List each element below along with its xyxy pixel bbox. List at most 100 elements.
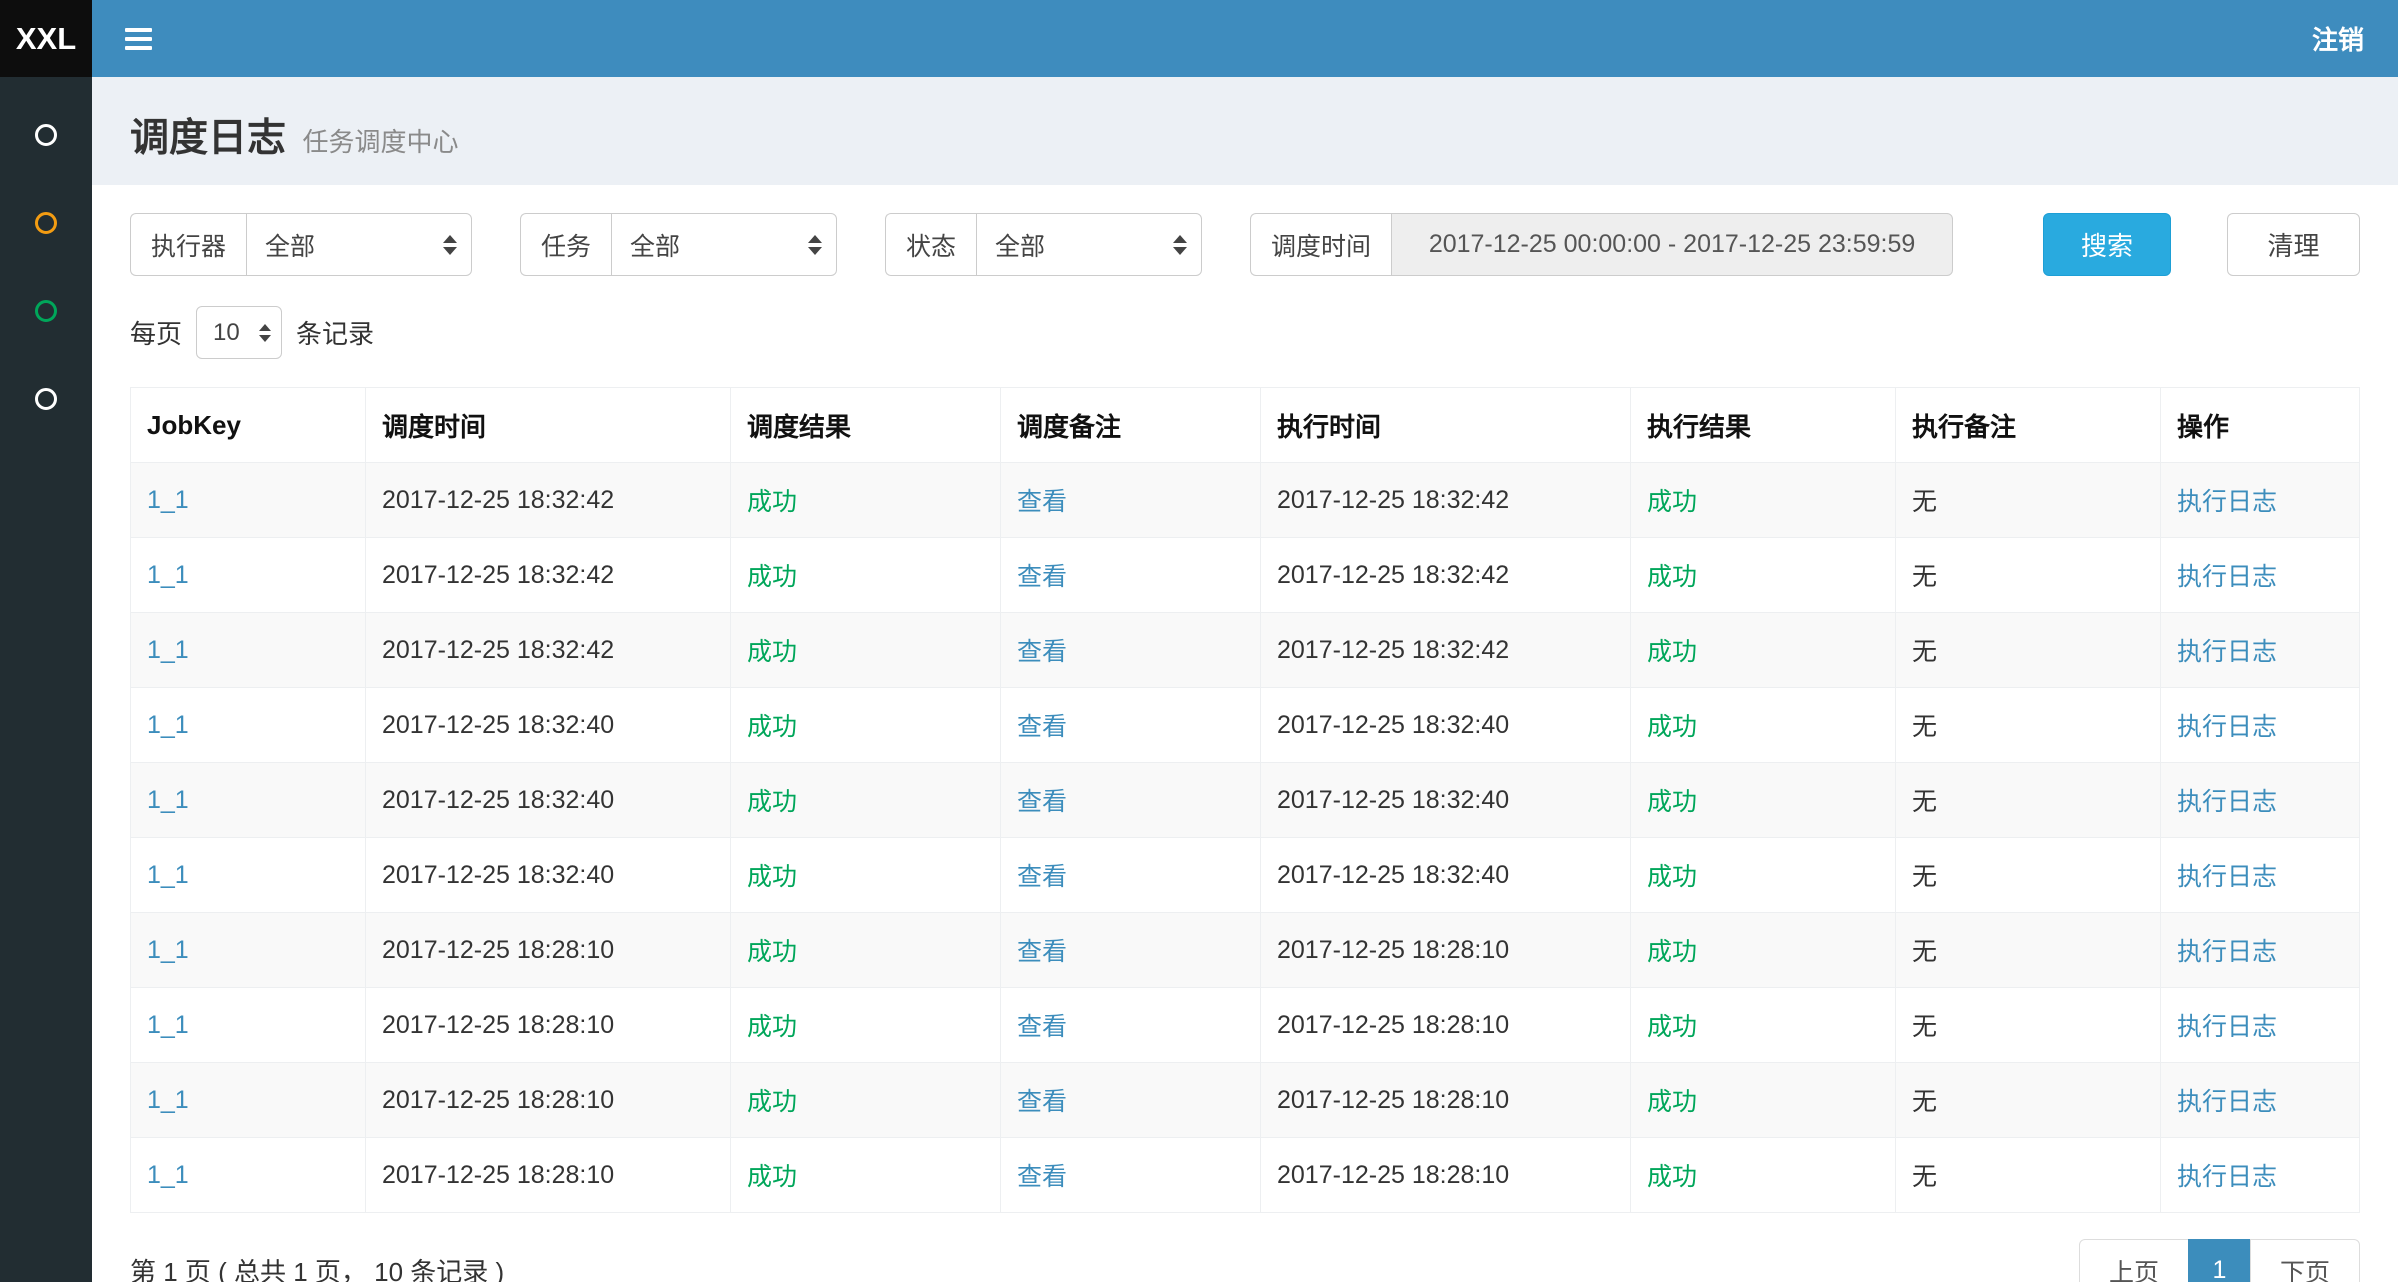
- exec-log-link[interactable]: 执行日志: [2177, 1013, 2277, 1041]
- trigger-time-cell: 2017-12-25 18:32:40: [366, 688, 731, 763]
- handle-result-text: 成功: [1647, 638, 1697, 666]
- trigger-time-range-input[interactable]: 2017-12-25 00:00:00 - 2017-12-25 23:59:5…: [1391, 213, 1953, 276]
- handle-msg-cell: 无: [1896, 988, 2161, 1063]
- exec-log-link[interactable]: 执行日志: [2177, 1163, 2277, 1191]
- page-size-select[interactable]: 10: [196, 306, 282, 359]
- trigger-msg-link[interactable]: 查看: [1017, 863, 1067, 891]
- table-footer: 第 1 页 ( 总共 1 页， 10 条记录 ) 上页 1 下页: [130, 1239, 2360, 1282]
- trigger-msg-link[interactable]: 查看: [1017, 563, 1067, 591]
- exec-log-link[interactable]: 执行日志: [2177, 938, 2277, 966]
- handle-result-text: 成功: [1647, 563, 1697, 591]
- sidebar-toggle-icon[interactable]: [125, 28, 152, 50]
- jobkey-link[interactable]: 1_1: [147, 1086, 189, 1114]
- handle-result-text: 成功: [1647, 488, 1697, 516]
- status-filter-value: 全部: [995, 227, 1045, 263]
- next-page-button[interactable]: 下页: [2250, 1239, 2360, 1282]
- exec-log-link[interactable]: 执行日志: [2177, 788, 2277, 816]
- trigger-result-text: 成功: [747, 863, 797, 891]
- handle-msg-cell: 无: [1896, 913, 2161, 988]
- pagination-summary: 第 1 页 ( 总共 1 页， 10 条记录 ): [130, 1252, 504, 1282]
- exec-log-link[interactable]: 执行日志: [2177, 488, 2277, 516]
- trigger-msg-link[interactable]: 查看: [1017, 1013, 1067, 1041]
- sidebar: [0, 77, 92, 1282]
- table-row: 1_1 2017-12-25 18:32:42 成功 查看 2017-12-25…: [131, 538, 2360, 613]
- handle-time-cell: 2017-12-25 18:32:42: [1261, 463, 1631, 538]
- table-row: 1_1 2017-12-25 18:32:40 成功 查看 2017-12-25…: [131, 688, 2360, 763]
- current-page-button[interactable]: 1: [2188, 1239, 2251, 1282]
- exec-log-link[interactable]: 执行日志: [2177, 638, 2277, 666]
- table-row: 1_1 2017-12-25 18:32:42 成功 查看 2017-12-25…: [131, 613, 2360, 688]
- trigger-msg-link[interactable]: 查看: [1017, 1163, 1067, 1191]
- trigger-msg-link[interactable]: 查看: [1017, 713, 1067, 741]
- jobkey-link[interactable]: 1_1: [147, 1161, 189, 1189]
- table-row: 1_1 2017-12-25 18:28:10 成功 查看 2017-12-25…: [131, 988, 2360, 1063]
- jobkey-link[interactable]: 1_1: [147, 636, 189, 664]
- log-table: JobKey 调度时间 调度结果 调度备注 执行时间 执行结果 执行备注 操作 …: [130, 387, 2360, 1213]
- clear-button[interactable]: 清理: [2227, 213, 2360, 276]
- circle-icon: [35, 300, 57, 322]
- jobkey-link[interactable]: 1_1: [147, 711, 189, 739]
- trigger-time-cell: 2017-12-25 18:32:42: [366, 613, 731, 688]
- exec-log-link[interactable]: 执行日志: [2177, 713, 2277, 741]
- jobkey-link[interactable]: 1_1: [147, 561, 189, 589]
- exec-log-link[interactable]: 执行日志: [2177, 1088, 2277, 1116]
- trigger-msg-link[interactable]: 查看: [1017, 488, 1067, 516]
- log-table-body: 1_1 2017-12-25 18:32:42 成功 查看 2017-12-25…: [131, 463, 2360, 1213]
- col-header-action: 操作: [2161, 388, 2360, 463]
- table-row: 1_1 2017-12-25 18:28:10 成功 查看 2017-12-25…: [131, 913, 2360, 988]
- sidebar-item-job-manage[interactable]: [0, 267, 92, 355]
- status-filter-select[interactable]: 全部: [976, 213, 1202, 276]
- handle-time-cell: 2017-12-25 18:32:40: [1261, 688, 1631, 763]
- handle-time-cell: 2017-12-25 18:32:42: [1261, 613, 1631, 688]
- handle-time-cell: 2017-12-25 18:32:40: [1261, 763, 1631, 838]
- jobkey-link[interactable]: 1_1: [147, 861, 189, 889]
- table-row: 1_1 2017-12-25 18:32:40 成功 查看 2017-12-25…: [131, 838, 2360, 913]
- exec-log-link[interactable]: 执行日志: [2177, 863, 2277, 891]
- prev-page-button[interactable]: 上页: [2079, 1239, 2189, 1282]
- exec-log-link[interactable]: 执行日志: [2177, 563, 2277, 591]
- sidebar-item-job-log[interactable]: [0, 179, 92, 267]
- jobkey-link[interactable]: 1_1: [147, 486, 189, 514]
- main-header: XXL 注销: [0, 0, 2398, 77]
- executor-filter-select[interactable]: 全部: [246, 213, 472, 276]
- trigger-time-cell: 2017-12-25 18:28:10: [366, 988, 731, 1063]
- handle-result-text: 成功: [1647, 1013, 1697, 1041]
- handle-msg-cell: 无: [1896, 763, 2161, 838]
- trigger-result-text: 成功: [747, 1163, 797, 1191]
- handle-result-text: 成功: [1647, 1088, 1697, 1116]
- trigger-time-cell: 2017-12-25 18:32:40: [366, 763, 731, 838]
- filter-row: 执行器 全部 任务 全部 状态 全部: [130, 213, 2360, 276]
- pagination-controls: 上页 1 下页: [2079, 1239, 2360, 1282]
- trigger-result-text: 成功: [747, 938, 797, 966]
- handle-result-text: 成功: [1647, 1163, 1697, 1191]
- trigger-result-text: 成功: [747, 1088, 797, 1116]
- trigger-result-text: 成功: [747, 563, 797, 591]
- trigger-msg-link[interactable]: 查看: [1017, 1088, 1067, 1116]
- trigger-msg-link[interactable]: 查看: [1017, 938, 1067, 966]
- content-area: 调度日志 任务调度中心 执行器 全部 任务 全部: [92, 77, 2398, 1282]
- table-row: 1_1 2017-12-25 18:32:40 成功 查看 2017-12-25…: [131, 763, 2360, 838]
- trigger-time-filter-group: 调度时间 2017-12-25 00:00:00 - 2017-12-25 23…: [1250, 213, 1953, 276]
- page-size-prefix: 每页: [130, 314, 182, 351]
- handle-msg-cell: 无: [1896, 1063, 2161, 1138]
- trigger-msg-link[interactable]: 查看: [1017, 638, 1067, 666]
- log-box: 执行器 全部 任务 全部 状态 全部: [92, 185, 2398, 1282]
- jobkey-link[interactable]: 1_1: [147, 1011, 189, 1039]
- trigger-time-cell: 2017-12-25 18:32:40: [366, 838, 731, 913]
- trigger-time-range-value: 2017-12-25 00:00:00 - 2017-12-25 23:59:5…: [1429, 230, 1916, 259]
- handle-msg-cell: 无: [1896, 688, 2161, 763]
- app-logo[interactable]: XXL: [0, 0, 92, 77]
- jobkey-link[interactable]: 1_1: [147, 936, 189, 964]
- logout-link[interactable]: 注销: [2312, 20, 2364, 57]
- handle-time-cell: 2017-12-25 18:32:40: [1261, 838, 1631, 913]
- jobkey-link[interactable]: 1_1: [147, 786, 189, 814]
- sidebar-item-dashboard[interactable]: [0, 91, 92, 179]
- search-button[interactable]: 搜索: [2043, 213, 2171, 276]
- handle-msg-cell: 无: [1896, 838, 2161, 913]
- col-header-trigger-result: 调度结果: [731, 388, 1001, 463]
- sidebar-item-executor[interactable]: [0, 355, 92, 443]
- trigger-result-text: 成功: [747, 713, 797, 741]
- job-filter-select[interactable]: 全部: [611, 213, 837, 276]
- table-header-row: JobKey 调度时间 调度结果 调度备注 执行时间 执行结果 执行备注 操作: [131, 388, 2360, 463]
- trigger-msg-link[interactable]: 查看: [1017, 788, 1067, 816]
